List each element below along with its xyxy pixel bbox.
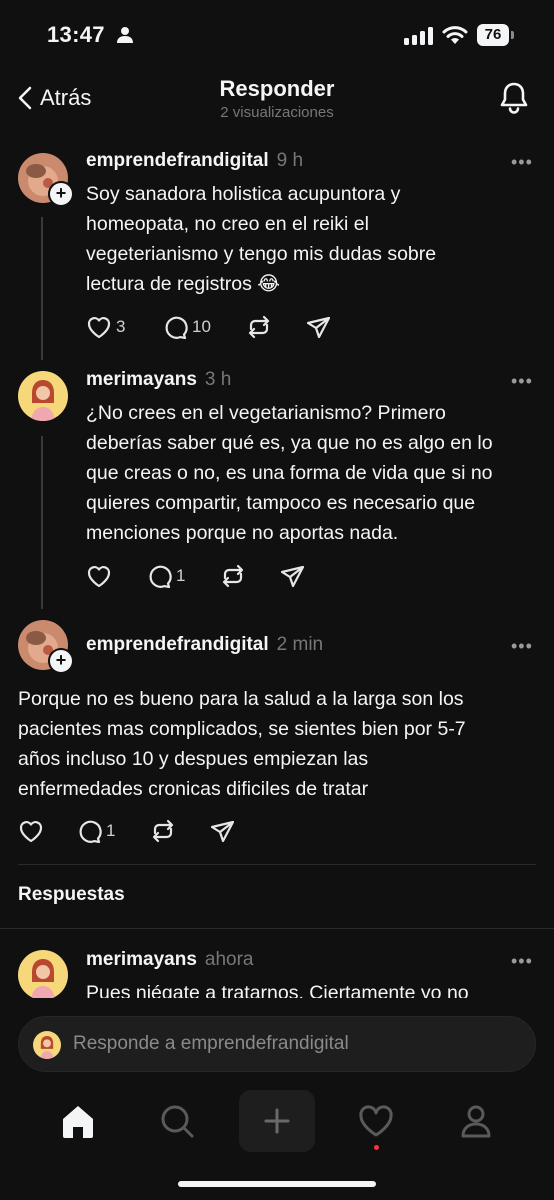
nav-home[interactable]	[40, 1090, 116, 1152]
username[interactable]: emprendefrandigital	[86, 150, 269, 172]
person-icon	[117, 27, 133, 43]
repost-button[interactable]	[150, 819, 210, 843]
post-actions: 1	[18, 816, 236, 846]
post-header: merimayans 3 h	[86, 369, 231, 391]
nav-create[interactable]	[239, 1090, 315, 1152]
search-icon	[161, 1105, 194, 1138]
like-button[interactable]	[18, 819, 76, 843]
nav-profile[interactable]	[438, 1090, 514, 1152]
comment-icon	[149, 565, 172, 588]
follow-button[interactable]: +	[48, 181, 74, 207]
reply-time: ahora	[204, 949, 254, 970]
avatar[interactable]	[18, 371, 68, 421]
heart-icon	[87, 566, 111, 588]
more-options-icon[interactable]: •••	[511, 636, 533, 657]
reply-text: Pues niégate a tratarnos. Ciertamente yo…	[86, 982, 469, 998]
notification-dot	[374, 1145, 379, 1150]
comment-count: 1	[176, 566, 186, 585]
like-button[interactable]: 3	[86, 315, 162, 339]
thread-line	[41, 436, 43, 609]
reply-item[interactable]: merimayans ahora ••• Pues niégate a trat…	[0, 940, 554, 998]
username[interactable]: emprendefrandigital	[86, 634, 269, 656]
more-options-icon[interactable]: •••	[511, 152, 533, 173]
repost-icon	[248, 315, 270, 339]
reply-placeholder: Responde a emprendefrandigital	[73, 1033, 349, 1054]
repost-icon	[222, 564, 244, 588]
follow-button[interactable]: +	[48, 648, 74, 674]
like-button[interactable]	[86, 564, 146, 588]
comment-button[interactable]: 1	[76, 819, 150, 843]
heart-icon	[19, 821, 43, 843]
share-button[interactable]	[280, 564, 306, 588]
repost-button[interactable]	[220, 564, 280, 588]
avatar[interactable]	[18, 950, 68, 998]
post-actions: 1	[86, 561, 306, 591]
username[interactable]: merimayans	[86, 369, 197, 391]
more-options-icon[interactable]: •••	[511, 951, 533, 972]
avatar	[33, 1031, 61, 1059]
post-text: Soy sanadora holistica acupuntora y home…	[86, 183, 437, 295]
nav-activity[interactable]	[338, 1090, 414, 1152]
post-time: 9 h	[276, 150, 304, 171]
thread-line	[41, 217, 43, 360]
home-icon	[63, 1106, 93, 1138]
post-header: emprendefrandigital 2 min	[86, 634, 323, 656]
send-icon	[306, 316, 331, 339]
nav-search[interactable]	[139, 1090, 215, 1152]
divider	[0, 928, 554, 929]
share-button[interactable]	[210, 819, 236, 843]
profile-icon	[461, 1105, 491, 1138]
username[interactable]: merimayans	[86, 949, 197, 971]
post-actions: 3 10	[86, 312, 332, 342]
more-options-icon[interactable]: •••	[511, 371, 533, 392]
page-title: Responder	[219, 76, 335, 101]
reply-header: merimayans ahora	[86, 949, 254, 971]
battery-level: 76	[477, 24, 509, 46]
divider	[18, 864, 536, 865]
comment-icon	[79, 820, 102, 843]
like-count: 3	[116, 317, 126, 336]
send-icon	[210, 820, 235, 843]
battery-icon: 76	[477, 24, 515, 46]
bell-icon[interactable]	[497, 80, 531, 114]
replies-heading: Respuestas	[18, 884, 125, 905]
share-button[interactable]	[306, 315, 332, 339]
cellular-signal-icon	[404, 27, 433, 45]
status-time: 13:47	[47, 22, 105, 47]
repost-button[interactable]	[246, 315, 306, 339]
home-indicator	[178, 1181, 376, 1187]
heart-icon	[359, 1105, 393, 1137]
heart-icon	[87, 317, 111, 339]
post-header: emprendefrandigital 9 h	[86, 150, 303, 172]
comment-button[interactable]: 1	[146, 564, 220, 588]
plus-icon	[264, 1108, 290, 1134]
wifi-icon	[442, 26, 468, 44]
comment-count: 10	[192, 317, 211, 336]
comment-icon	[165, 316, 188, 339]
reply-input[interactable]: Responde a emprendefrandigital	[18, 1016, 536, 1072]
post-time: 2 min	[276, 634, 324, 655]
view-count: 2 visualizaciones	[220, 104, 334, 121]
repost-icon	[152, 819, 174, 843]
comment-button[interactable]: 10	[162, 315, 246, 339]
post-text: Porque no es bueno para la salud a la la…	[18, 688, 466, 800]
post-time: 3 h	[204, 369, 232, 390]
send-icon	[280, 565, 305, 588]
comment-count: 1	[106, 821, 116, 840]
post-text: ¿No crees en el vegetarianismo? Primero …	[86, 402, 493, 544]
